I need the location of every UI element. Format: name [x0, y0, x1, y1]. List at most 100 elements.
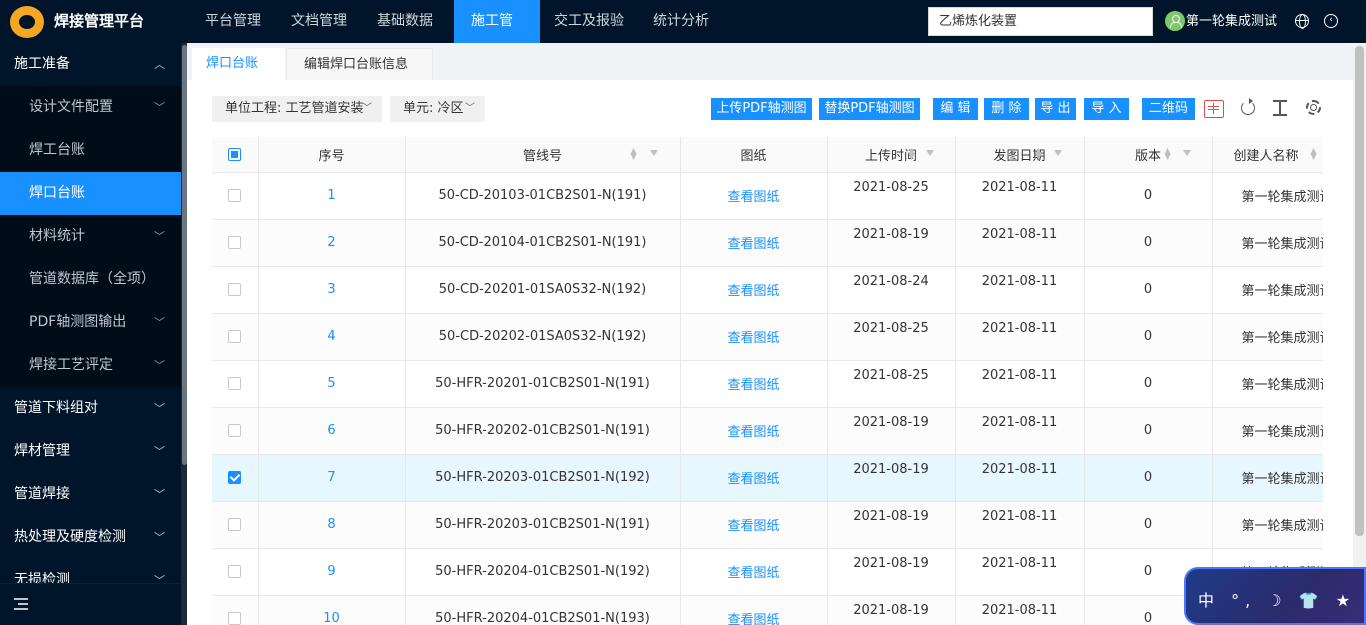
table-row[interactable]: 1 50-CD-20103-01CB2S01-N(191) 查看图纸 2021-08-…	[212, 172, 1323, 220]
row-issue-date: 2021-08-11	[955, 595, 1085, 625]
nav-document-management[interactable]: 文档管理	[277, 0, 363, 43]
nav-base-database[interactable]: 基础数据库	[363, 0, 454, 72]
upload-time-value: 2021-08-19	[853, 227, 929, 242]
sidebar-item-welding-procedure[interactable]: 焊接工艺评定 ﹀	[0, 344, 181, 387]
table-row[interactable]: 2 50-CD-20104-01CB2S01-N(191) 查看图纸 2021-08-…	[212, 219, 1323, 267]
row-checkbox[interactable]	[228, 189, 242, 202]
view-drawing-link[interactable]: 查看图纸	[727, 284, 779, 299]
refresh-icon[interactable]	[1241, 98, 1255, 115]
chevron-down-icon: ﹀	[154, 402, 165, 415]
sort-icon[interactable]: ▲ ▼	[1311, 147, 1317, 161]
view-drawing-link[interactable]: 查看图纸	[727, 519, 779, 534]
row-checkbox[interactable]	[228, 377, 242, 390]
table-row[interactable]: 3 50-CD-20201-01SA0S32-N(192) 查看图纸 2021-08-…	[212, 266, 1323, 314]
view-drawing-link[interactable]: 查看图纸	[727, 331, 779, 346]
nav-platform-management[interactable]: 平台管理	[191, 0, 277, 43]
column-header-version[interactable]: 版本 ▲ ▼	[1084, 137, 1213, 173]
sidebar-group-pipe-cutting[interactable]: 管道下料组对 ﹀	[0, 387, 181, 430]
row-checkbox[interactable]	[228, 471, 242, 484]
logout-icon[interactable]: ‹	[1324, 14, 1338, 28]
row-checkbox[interactable]	[228, 283, 242, 296]
row-checkbox[interactable]	[228, 236, 242, 249]
nav-handover-inspection[interactable]: 交工及报验	[540, 0, 639, 43]
table-row[interactable]: 5 50-HFR-20201-01CB2S01-N(191) 查看图纸 2021-08…	[212, 360, 1323, 408]
row-drawing: 查看图纸	[680, 172, 828, 220]
edit-button[interactable]: 编 辑	[933, 98, 978, 120]
row-line-no: 50-CD-20103-01CB2S01-N(191)	[405, 172, 681, 220]
table-row[interactable]: 7 50-HFR-20203-01CB2S01-N(192) 查看图纸 2021-08…	[212, 454, 1323, 502]
row-no: 10	[258, 595, 406, 625]
unit-project-value: 单位工程: 工艺管道安装	[225, 101, 364, 116]
row-checkbox[interactable]	[228, 424, 242, 437]
qrcode-button[interactable]: 二维码	[1142, 98, 1195, 120]
sidebar-group-construction-prep[interactable]: 施工准备 ︿	[0, 43, 181, 86]
filter-icon[interactable]	[649, 150, 658, 156]
project-select[interactable]: 乙烯炼化装置	[928, 7, 1153, 36]
column-header-upload-time[interactable]: 上传时间 ▲ ▼	[827, 137, 956, 173]
row-checkbox[interactable]	[228, 565, 242, 578]
row-checkbox[interactable]	[228, 330, 242, 343]
sort-icon[interactable]: ▲ ▼	[1165, 147, 1171, 161]
sidebar-item-weld-ledger[interactable]: 焊口台账	[0, 172, 181, 215]
chevron-down-icon: ﹀	[154, 488, 165, 501]
row-upload-time: 2021-08-25	[827, 172, 956, 220]
filter-icon[interactable]	[1182, 150, 1191, 156]
sidebar-group-heat-treatment[interactable]: 热处理及硬度检测 ﹀	[0, 516, 181, 559]
view-drawing-link[interactable]: 查看图纸	[727, 425, 779, 440]
nav-statistics[interactable]: 统计分析	[639, 0, 724, 43]
sort-icon[interactable]: ▲ ▼	[909, 147, 915, 161]
unit-select[interactable]: 单元: 冷区 ﹀	[390, 96, 485, 122]
row-checkbox[interactable]	[228, 612, 242, 625]
column-header-line[interactable]: 管线号 ▲ ▼	[405, 137, 681, 173]
filter-icon[interactable]	[1053, 150, 1062, 156]
row-no: 3	[258, 266, 406, 314]
upload-time-value: 2021-08-19	[853, 603, 929, 618]
sidebar-group-pipe-welding[interactable]: 管道焊接 ﹀	[0, 473, 181, 516]
table-row[interactable]: 9 50-HFR-20204-01CB2S01-N(192) 查看图纸 2021-08…	[212, 548, 1323, 596]
view-drawing-link[interactable]: 查看图纸	[727, 472, 779, 487]
top-nav: 平台管理 文档管理 基础数据库 施工管理 交工及报验 统计分析	[191, 0, 724, 72]
language-globe-icon[interactable]	[1295, 14, 1309, 29]
sidebar-group-label: 施工准备	[14, 56, 70, 72]
table-row[interactable]: 6 50-HFR-20202-01CB2S01-N(191) 查看图纸 2021-08…	[212, 407, 1323, 455]
gear-icon[interactable]	[1306, 100, 1321, 115]
sort-icon[interactable]: ▲ ▼	[631, 147, 637, 161]
table-row[interactable]: 4 50-CD-20202-01SA0S32-N(192) 查看图纸 2021-08-…	[212, 313, 1323, 361]
sidebar-item-material-stats[interactable]: 材料统计 ﹀	[0, 215, 181, 258]
user-avatar-icon[interactable]	[1165, 11, 1185, 31]
unit-project-select[interactable]: 单位工程: 工艺管道安装 ﹀	[212, 96, 382, 122]
sidebar-item-design-files[interactable]: 设计文件配置 ﹀	[0, 86, 181, 129]
view-drawing-link[interactable]: 查看图纸	[727, 378, 779, 393]
column-header-issue-date[interactable]: 发图日期 ▲ ▼	[955, 137, 1085, 173]
sidebar-item-welder-ledger[interactable]: 焊工台账	[0, 129, 181, 172]
user-name[interactable]: 第一轮集成测试	[1186, 0, 1277, 43]
upload-pdf-button[interactable]: 上传PDF轴测图	[711, 98, 812, 120]
table-row[interactable]: 8 50-HFR-20203-01CB2S01-N(191) 查看图纸 2021-08…	[212, 501, 1323, 549]
view-drawing-link[interactable]: 查看图纸	[727, 613, 779, 625]
column-height-icon[interactable]	[1273, 100, 1287, 116]
sidebar-group-welding-material[interactable]: 焊材管理 ﹀	[0, 430, 181, 473]
filter-icon[interactable]	[925, 150, 934, 156]
export-button[interactable]: 导 出	[1035, 98, 1076, 120]
tab-edit-weld-ledger[interactable]: 编辑焊口台账信息	[286, 48, 433, 80]
ime-toolbar[interactable]: 中 °, ☽ 👕 ★	[1184, 567, 1366, 625]
page-scroll-thumb[interactable]	[1355, 46, 1364, 536]
replace-pdf-button[interactable]: 替换PDF轴测图	[819, 98, 920, 120]
sort-icon[interactable]: ▲ ▼	[1036, 147, 1042, 161]
sidebar-item-pdf-output[interactable]: PDF轴测图输出 ﹀	[0, 301, 181, 344]
tab-weld-ledger[interactable]: 焊口台账	[192, 48, 285, 80]
column-header-creator[interactable]: 创建人名称 ▲ ▼	[1212, 137, 1323, 173]
menu-fold-icon[interactable]	[14, 598, 28, 610]
delete-button[interactable]: 删 除	[984, 98, 1029, 120]
sidebar-item-pipe-database[interactable]: 管道数据库（全项）	[0, 258, 181, 301]
sidebar-item-label: 管道数据库（全项）	[29, 271, 155, 287]
book-icon[interactable]	[1204, 100, 1224, 118]
view-drawing-link[interactable]: 查看图纸	[727, 566, 779, 581]
row-checkbox[interactable]	[228, 518, 242, 531]
view-drawing-link[interactable]: 查看图纸	[727, 237, 779, 252]
import-button[interactable]: 导 入	[1084, 98, 1129, 120]
nav-construction-management[interactable]: 施工管理	[454, 0, 540, 72]
select-all-checkbox[interactable]	[228, 147, 242, 161]
table-row[interactable]: 10 50-HFR-20204-01CB2S01-N(193) 查看图纸 2021-0…	[212, 595, 1323, 625]
view-drawing-link[interactable]: 查看图纸	[727, 190, 779, 205]
